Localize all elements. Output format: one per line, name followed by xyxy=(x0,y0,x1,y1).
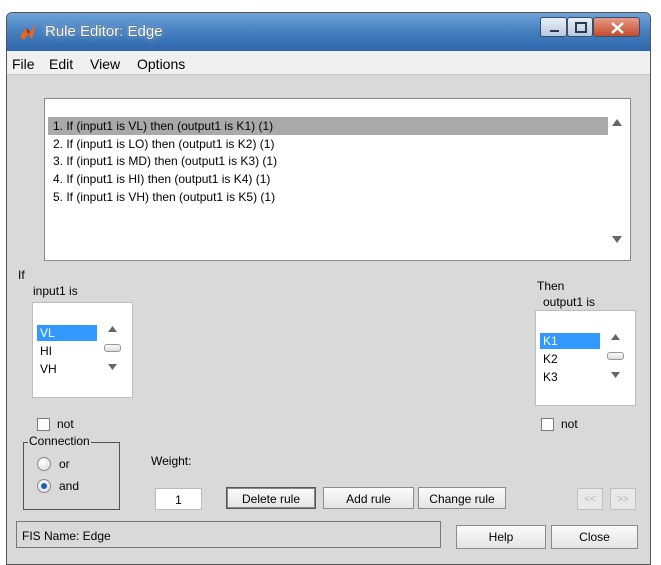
listbox-scrollbar[interactable] xyxy=(99,303,129,399)
scroll-down-icon[interactable] xyxy=(612,236,622,243)
list-item[interactable]: HI xyxy=(37,343,97,359)
window-title: Rule Editor: Edge xyxy=(45,23,163,40)
scroll-up-icon[interactable] xyxy=(611,334,620,340)
and-label: and xyxy=(59,479,80,493)
maximize-button[interactable] xyxy=(567,17,593,37)
menu-options[interactable]: Options xyxy=(137,56,185,72)
status-bar: FIS Name: Edge xyxy=(16,521,441,548)
previous-button[interactable]: << xyxy=(577,488,603,510)
rule-editor-window: Rule Editor: Edge File Edit View Options… xyxy=(6,12,651,565)
or-radio[interactable] xyxy=(37,457,51,471)
menu-view[interactable]: View xyxy=(90,56,120,72)
close-window-button[interactable] xyxy=(593,17,640,37)
minimize-button[interactable] xyxy=(540,17,567,37)
scroll-thumb[interactable] xyxy=(607,352,624,360)
if-not-checkbox[interactable] xyxy=(37,418,50,431)
maximize-icon xyxy=(575,22,587,33)
list-item[interactable]: VL xyxy=(37,325,97,341)
then-not-checkbox[interactable] xyxy=(541,418,554,431)
menu-file[interactable]: File xyxy=(12,56,35,72)
scroll-down-icon[interactable] xyxy=(611,372,620,378)
rule-item[interactable]: 1. If (input1 is VL) then (output1 is K1… xyxy=(48,117,608,135)
matlab-logo-icon xyxy=(20,24,36,40)
menu-edit[interactable]: Edit xyxy=(49,56,73,72)
scroll-thumb[interactable] xyxy=(104,344,121,352)
if-membership-listbox[interactable]: VL HI VH xyxy=(32,302,133,398)
if-label: If xyxy=(18,268,25,282)
list-item[interactable]: K1 xyxy=(540,333,600,349)
rules-list[interactable]: 1. If (input1 is VL) then (output1 is K1… xyxy=(44,98,631,261)
add-rule-button[interactable]: Add rule xyxy=(323,487,414,509)
weight-input[interactable]: 1 xyxy=(155,488,202,510)
listbox-scrollbar[interactable] xyxy=(602,311,632,407)
minimize-icon xyxy=(550,30,559,32)
rule-item[interactable]: 3. If (input1 is MD) then (output1 is K3… xyxy=(48,152,608,170)
input-variable-label: input1 is xyxy=(33,284,78,298)
connection-group: Connection or and xyxy=(23,434,120,510)
scroll-up-icon[interactable] xyxy=(612,119,622,126)
then-label: Then xyxy=(537,279,565,293)
next-button[interactable]: >> xyxy=(610,488,636,510)
or-label: or xyxy=(59,457,70,471)
close-button[interactable]: Close xyxy=(551,525,638,549)
scroll-down-icon[interactable] xyxy=(108,364,117,370)
connection-title: Connection xyxy=(28,434,91,448)
then-not-label: not xyxy=(561,417,578,431)
and-radio[interactable] xyxy=(37,479,51,493)
help-button[interactable]: Help xyxy=(456,525,546,549)
list-item[interactable]: VH xyxy=(37,361,97,377)
title-bar[interactable]: Rule Editor: Edge xyxy=(7,13,650,51)
rule-item[interactable]: 2. If (input1 is LO) then (output1 is K2… xyxy=(48,135,608,153)
rule-item[interactable]: 4. If (input1 is HI) then (output1 is K4… xyxy=(48,170,608,188)
rule-item[interactable]: 5. If (input1 is VH) then (output1 is K5… xyxy=(48,188,608,206)
close-icon xyxy=(611,22,624,34)
list-item[interactable]: K3 xyxy=(540,369,600,385)
change-rule-button[interactable]: Change rule xyxy=(418,487,506,509)
menu-bar: File Edit View Options xyxy=(7,51,650,75)
list-item[interactable]: K2 xyxy=(540,351,600,367)
if-not-label: not xyxy=(57,417,74,431)
delete-rule-button[interactable]: Delete rule xyxy=(226,487,316,509)
radio-selected-dot xyxy=(41,483,47,489)
output-variable-label: output1 is xyxy=(543,295,596,309)
then-membership-listbox[interactable]: K1 K2 K3 xyxy=(535,310,636,406)
weight-label: Weight: xyxy=(151,454,192,468)
scroll-up-icon[interactable] xyxy=(108,326,117,332)
